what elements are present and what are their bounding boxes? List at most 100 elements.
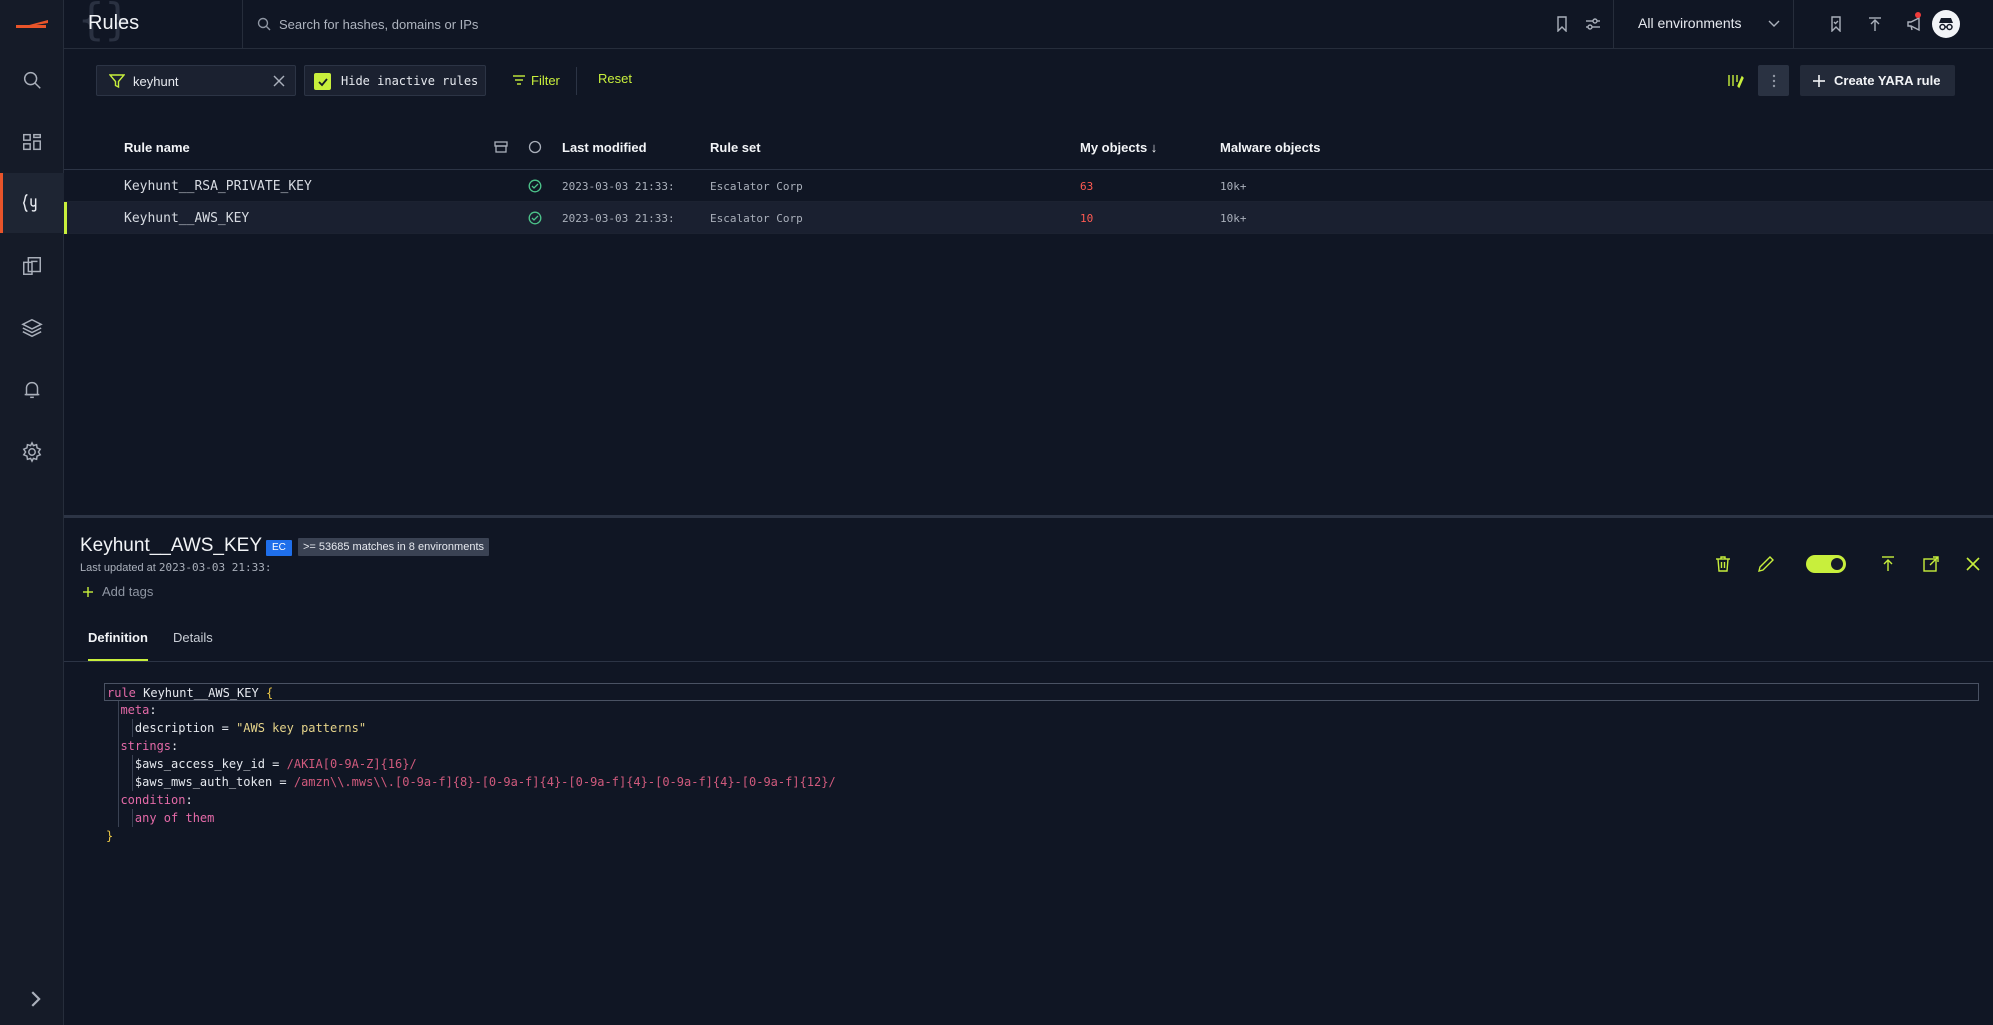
tab-definition[interactable]: Definition: [88, 630, 148, 661]
top-bar: {} Rules All environments: [64, 0, 1993, 49]
chevron-down-icon[interactable]: [1767, 16, 1781, 30]
code-line: $aws_access_key_id = /AKIA[0-9A-Z]{16}/: [134, 757, 417, 771]
nav-layers[interactable]: [0, 298, 64, 358]
hide-inactive-label: Hide inactive rules: [341, 74, 479, 88]
status-column-icon[interactable]: [528, 140, 542, 154]
matches-badge: >= 53685 matches in 8 environments: [298, 538, 490, 556]
search-icon: [23, 71, 41, 89]
last-modified-cell: 2023-03-03 21:33:: [562, 180, 675, 193]
bookmark-button[interactable]: [1552, 14, 1572, 34]
nav-settings[interactable]: [0, 422, 64, 482]
clear-filter-icon[interactable]: [272, 74, 286, 88]
upload-icon: [1869, 17, 1881, 31]
plus-icon: [83, 586, 93, 597]
last-updated-text: Last updated at 2023-03-03 21:33:: [80, 561, 272, 574]
rule-active-toggle[interactable]: [1806, 555, 1846, 573]
table-row[interactable]: Keyhunt__RSA_PRIVATE_KEY 2023-03-03 21:3…: [64, 170, 1993, 202]
upload-icon: [1882, 556, 1894, 571]
close-icon: [1966, 557, 1980, 571]
code-line: strings:: [120, 739, 179, 753]
malware-objects-cell[interactable]: 10k+: [1220, 180, 1247, 193]
last-updated-prefix: Last updated at: [80, 562, 156, 574]
divider: [242, 0, 243, 49]
divider: [1793, 0, 1794, 49]
trash-icon: [1716, 556, 1730, 572]
nav-dashboard[interactable]: [0, 112, 64, 172]
filter-funnel-icon: [109, 74, 125, 89]
notification-dot: [1915, 12, 1921, 18]
yara-code-editor[interactable]: rule Keyhunt__AWS_KEY { meta: descriptio…: [104, 683, 1979, 845]
filter-lines-icon: [513, 75, 525, 85]
search-settings-button[interactable]: [1583, 14, 1603, 34]
open-in-new-window-button[interactable]: [1920, 553, 1942, 575]
pencil-icon: [1758, 556, 1774, 572]
table-row[interactable]: Keyhunt__AWS_KEY 2023-03-03 21:33: Escal…: [64, 202, 1993, 234]
page-title: Rules: [88, 12, 140, 34]
saved-searches-button[interactable]: [1826, 14, 1846, 34]
edit-rule-button[interactable]: [1755, 553, 1777, 575]
rule-filter-box[interactable]: [96, 65, 296, 96]
column-rule-name[interactable]: Rule name: [124, 140, 190, 155]
vertical-dots-icon: [1772, 74, 1775, 87]
yara-rules-icon: [22, 194, 37, 212]
code-line: description = "AWS key patterns": [134, 721, 367, 735]
search-icon: [257, 17, 271, 31]
gear-icon: [22, 441, 42, 463]
nav-notifications[interactable]: [0, 360, 64, 420]
bookmark-icon: [1557, 16, 1567, 32]
divider: [576, 67, 577, 95]
layers-icon: [21, 318, 43, 338]
bookmark-check-icon: [1831, 16, 1841, 32]
plus-icon: [1813, 74, 1825, 87]
archive-icon[interactable]: [494, 140, 508, 154]
export-rule-button[interactable]: [1877, 553, 1899, 575]
rule-filter-input[interactable]: [133, 72, 263, 90]
ruleset-badge: EC: [266, 540, 292, 556]
malware-objects-cell[interactable]: 10k+: [1220, 212, 1247, 225]
code-line: $aws_mws_auth_token = /amzn\\.mws\\.[0-9…: [134, 775, 836, 789]
delete-rule-button[interactable]: [1712, 553, 1734, 575]
filter-button[interactable]: Filter: [512, 67, 560, 93]
more-options-button[interactable]: [1758, 65, 1789, 96]
column-settings-button[interactable]: [1724, 69, 1746, 91]
reset-button[interactable]: Reset: [598, 71, 632, 86]
user-avatar[interactable]: [1932, 10, 1960, 38]
column-last-modified[interactable]: Last modified: [562, 140, 647, 155]
expand-sidebar-button[interactable]: [24, 988, 46, 1013]
rules-toolbar: Hide inactive rules Filter Reset Create …: [64, 49, 1993, 113]
column-malware-objects[interactable]: Malware objects: [1220, 140, 1320, 155]
nav-rules[interactable]: [0, 173, 64, 233]
rule-name-cell: Keyhunt__AWS_KEY: [124, 211, 250, 226]
report-icon: [23, 257, 41, 275]
nav-search[interactable]: [0, 50, 64, 110]
code-line: any of them: [134, 811, 215, 825]
rule-set-cell: Escalator Corp: [710, 212, 803, 225]
my-objects-cell[interactable]: 10: [1080, 212, 1093, 225]
create-yara-rule-button[interactable]: Create YARA rule: [1800, 65, 1955, 96]
checkbox-checked[interactable]: [314, 73, 331, 90]
tab-details[interactable]: Details: [173, 630, 213, 645]
code-line: meta:: [120, 703, 157, 717]
hide-inactive-rules-checkbox[interactable]: Hide inactive rules: [304, 65, 486, 96]
upload-button[interactable]: [1865, 14, 1885, 34]
environment-select[interactable]: All environments: [1638, 15, 1742, 31]
global-search-input[interactable]: [279, 12, 1279, 36]
check-icon: [317, 77, 328, 86]
bell-icon: [24, 381, 40, 399]
external-window-icon: [1923, 556, 1939, 572]
add-tags-label: Add tags: [102, 584, 154, 599]
chevron-right-icon: [31, 991, 41, 1007]
nav-reports[interactable]: [0, 236, 64, 296]
add-tags-button[interactable]: Add tags: [82, 584, 153, 599]
my-objects-cell[interactable]: 63: [1080, 180, 1093, 193]
create-yara-rule-label: Create YARA rule: [1834, 73, 1941, 88]
close-panel-button[interactable]: [1962, 553, 1984, 575]
brand-logo-icon[interactable]: [16, 20, 48, 28]
filter-label: Filter: [531, 72, 560, 88]
column-my-objects[interactable]: My objects ↓: [1080, 140, 1157, 155]
column-rule-set[interactable]: Rule set: [710, 140, 761, 155]
code-line: }: [106, 829, 114, 843]
rule-set-cell: Escalator Corp: [710, 180, 803, 193]
sliders-icon: [1586, 18, 1600, 30]
table-header: Rule name Last modified Rule set My obje…: [64, 113, 1993, 170]
